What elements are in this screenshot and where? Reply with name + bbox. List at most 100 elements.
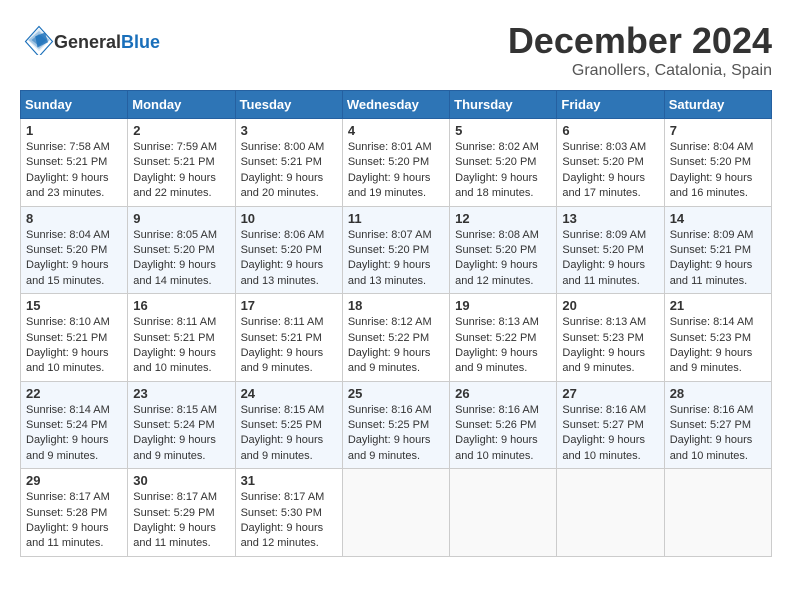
day-info: Sunrise: 8:10 AM Sunset: 5:21 PM Dayligh…: [26, 315, 122, 377]
sunrise-label: Sunrise: 8:15 AM: [133, 404, 217, 416]
daylight-label: Daylight: 9 hours and 10 minutes.: [26, 347, 109, 374]
day-info: Sunrise: 8:16 AM Sunset: 5:27 PM Dayligh…: [670, 403, 766, 465]
sunrise-label: Sunrise: 8:17 AM: [241, 491, 325, 503]
sunrise-label: Sunrise: 7:58 AM: [26, 141, 110, 153]
daylight-label: Daylight: 9 hours and 10 minutes.: [670, 434, 753, 461]
week-row-2: 8 Sunrise: 8:04 AM Sunset: 5:20 PM Dayli…: [21, 206, 772, 294]
logo-blue: Blue: [121, 32, 160, 52]
week-row-4: 22 Sunrise: 8:14 AM Sunset: 5:24 PM Dayl…: [21, 381, 772, 469]
calendar-cell: 13 Sunrise: 8:09 AM Sunset: 5:20 PM Dayl…: [557, 206, 664, 294]
day-number: 22: [26, 386, 122, 401]
day-number: 24: [241, 386, 337, 401]
day-number: 17: [241, 298, 337, 313]
calendar-cell: 21 Sunrise: 8:14 AM Sunset: 5:23 PM Dayl…: [664, 294, 771, 382]
calendar-cell: 30 Sunrise: 8:17 AM Sunset: 5:29 PM Dayl…: [128, 469, 235, 557]
logo-general: General: [54, 32, 121, 52]
day-number: 1: [26, 123, 122, 138]
header-day-tuesday: Tuesday: [235, 91, 342, 119]
day-number: 30: [133, 473, 229, 488]
daylight-label: Daylight: 9 hours and 10 minutes.: [455, 434, 538, 461]
daylight-label: Daylight: 9 hours and 13 minutes.: [241, 259, 324, 286]
day-info: Sunrise: 8:11 AM Sunset: 5:21 PM Dayligh…: [133, 315, 229, 377]
sunset-label: Sunset: 5:20 PM: [562, 156, 643, 168]
day-info: Sunrise: 8:09 AM Sunset: 5:20 PM Dayligh…: [562, 228, 658, 290]
week-row-1: 1 Sunrise: 7:58 AM Sunset: 5:21 PM Dayli…: [21, 119, 772, 207]
day-number: 26: [455, 386, 551, 401]
header-day-friday: Friday: [557, 91, 664, 119]
calendar-cell: 12 Sunrise: 8:08 AM Sunset: 5:20 PM Dayl…: [450, 206, 557, 294]
calendar-body: 1 Sunrise: 7:58 AM Sunset: 5:21 PM Dayli…: [21, 119, 772, 557]
day-number: 6: [562, 123, 658, 138]
sunset-label: Sunset: 5:20 PM: [670, 156, 751, 168]
day-info: Sunrise: 8:17 AM Sunset: 5:28 PM Dayligh…: [26, 490, 122, 552]
daylight-label: Daylight: 9 hours and 12 minutes.: [241, 522, 324, 549]
sunset-label: Sunset: 5:21 PM: [26, 332, 107, 344]
sunrise-label: Sunrise: 8:14 AM: [670, 316, 754, 328]
calendar-cell: 22 Sunrise: 8:14 AM Sunset: 5:24 PM Dayl…: [21, 381, 128, 469]
daylight-label: Daylight: 9 hours and 9 minutes.: [348, 434, 431, 461]
day-info: Sunrise: 8:14 AM Sunset: 5:24 PM Dayligh…: [26, 403, 122, 465]
sunset-label: Sunset: 5:20 PM: [241, 244, 322, 256]
sunrise-label: Sunrise: 8:10 AM: [26, 316, 110, 328]
day-number: 28: [670, 386, 766, 401]
calendar-cell: 8 Sunrise: 8:04 AM Sunset: 5:20 PM Dayli…: [21, 206, 128, 294]
calendar-cell: [342, 469, 449, 557]
sunset-label: Sunset: 5:24 PM: [133, 419, 214, 431]
header-day-thursday: Thursday: [450, 91, 557, 119]
day-number: 9: [133, 211, 229, 226]
sunset-label: Sunset: 5:21 PM: [133, 332, 214, 344]
sunset-label: Sunset: 5:20 PM: [26, 244, 107, 256]
daylight-label: Daylight: 9 hours and 20 minutes.: [241, 172, 324, 199]
daylight-label: Daylight: 9 hours and 9 minutes.: [133, 434, 216, 461]
sunrise-label: Sunrise: 8:16 AM: [348, 404, 432, 416]
sunset-label: Sunset: 5:20 PM: [562, 244, 643, 256]
sunset-label: Sunset: 5:22 PM: [348, 332, 429, 344]
sunset-label: Sunset: 5:21 PM: [133, 156, 214, 168]
logo-text: GeneralBlue: [54, 32, 160, 54]
daylight-label: Daylight: 9 hours and 9 minutes.: [241, 434, 324, 461]
sunset-label: Sunset: 5:20 PM: [133, 244, 214, 256]
sunset-label: Sunset: 5:26 PM: [455, 419, 536, 431]
day-info: Sunrise: 8:03 AM Sunset: 5:20 PM Dayligh…: [562, 140, 658, 202]
daylight-label: Daylight: 9 hours and 18 minutes.: [455, 172, 538, 199]
sunrise-label: Sunrise: 8:06 AM: [241, 229, 325, 241]
logo: GeneralBlue: [20, 25, 160, 60]
sunset-label: Sunset: 5:20 PM: [348, 156, 429, 168]
sunrise-label: Sunrise: 8:17 AM: [133, 491, 217, 503]
header-row: SundayMondayTuesdayWednesdayThursdayFrid…: [21, 91, 772, 119]
calendar-cell: 17 Sunrise: 8:11 AM Sunset: 5:21 PM Dayl…: [235, 294, 342, 382]
day-info: Sunrise: 8:08 AM Sunset: 5:20 PM Dayligh…: [455, 228, 551, 290]
sunset-label: Sunset: 5:22 PM: [455, 332, 536, 344]
calendar-cell: 1 Sunrise: 7:58 AM Sunset: 5:21 PM Dayli…: [21, 119, 128, 207]
day-number: 15: [26, 298, 122, 313]
day-number: 29: [26, 473, 122, 488]
day-number: 27: [562, 386, 658, 401]
calendar-cell: 23 Sunrise: 8:15 AM Sunset: 5:24 PM Dayl…: [128, 381, 235, 469]
day-info: Sunrise: 8:07 AM Sunset: 5:20 PM Dayligh…: [348, 228, 444, 290]
sunrise-label: Sunrise: 8:09 AM: [670, 229, 754, 241]
day-info: Sunrise: 8:13 AM Sunset: 5:22 PM Dayligh…: [455, 315, 551, 377]
sunrise-label: Sunrise: 8:01 AM: [348, 141, 432, 153]
day-number: 10: [241, 211, 337, 226]
sunrise-label: Sunrise: 8:05 AM: [133, 229, 217, 241]
day-number: 11: [348, 211, 444, 226]
day-info: Sunrise: 8:11 AM Sunset: 5:21 PM Dayligh…: [241, 315, 337, 377]
sunset-label: Sunset: 5:20 PM: [455, 156, 536, 168]
calendar-cell: 11 Sunrise: 8:07 AM Sunset: 5:20 PM Dayl…: [342, 206, 449, 294]
calendar-cell: 3 Sunrise: 8:00 AM Sunset: 5:21 PM Dayli…: [235, 119, 342, 207]
sunrise-label: Sunrise: 8:03 AM: [562, 141, 646, 153]
daylight-label: Daylight: 9 hours and 11 minutes.: [670, 259, 753, 286]
day-number: 18: [348, 298, 444, 313]
sunrise-label: Sunrise: 8:16 AM: [562, 404, 646, 416]
sunset-label: Sunset: 5:25 PM: [241, 419, 322, 431]
day-number: 16: [133, 298, 229, 313]
calendar-cell: 20 Sunrise: 8:13 AM Sunset: 5:23 PM Dayl…: [557, 294, 664, 382]
day-number: 5: [455, 123, 551, 138]
calendar-cell: 26 Sunrise: 8:16 AM Sunset: 5:26 PM Dayl…: [450, 381, 557, 469]
day-info: Sunrise: 8:15 AM Sunset: 5:25 PM Dayligh…: [241, 403, 337, 465]
day-number: 25: [348, 386, 444, 401]
day-info: Sunrise: 8:04 AM Sunset: 5:20 PM Dayligh…: [670, 140, 766, 202]
daylight-label: Daylight: 9 hours and 15 minutes.: [26, 259, 109, 286]
day-info: Sunrise: 8:04 AM Sunset: 5:20 PM Dayligh…: [26, 228, 122, 290]
sunset-label: Sunset: 5:23 PM: [562, 332, 643, 344]
